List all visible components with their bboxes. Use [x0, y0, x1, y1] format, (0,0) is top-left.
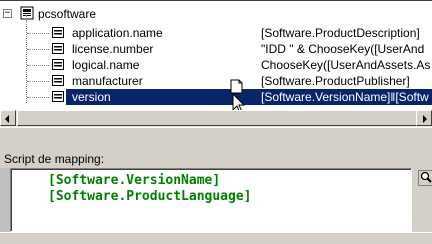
tree-item-logical-name[interactable]: logical.name ChooseKey([UserAndAssets.As — [0, 57, 432, 73]
horizontal-scrollbar[interactable] — [0, 110, 432, 127]
script-editor[interactable]: [Software.VersionName] [Software.Product… — [10, 168, 412, 232]
field-icon — [52, 91, 64, 102]
field-icon — [52, 27, 64, 38]
splitter[interactable] — [0, 127, 432, 136]
magnifier-icon[interactable] — [418, 170, 432, 186]
field-icon — [52, 75, 64, 86]
arrow-right-icon — [423, 115, 427, 123]
editor-gutter — [0, 168, 10, 232]
property-value: ChooseKey([UserAndAssets.As — [261, 58, 430, 72]
tree-item-version[interactable]: version [Software.VersionName]‖[Softw — [0, 89, 432, 105]
property-name: logical.name — [72, 58, 139, 72]
mapping-tree[interactable]: − pcsoftware application.name [Software.… — [0, 0, 432, 111]
scroll-left-button[interactable] — [0, 110, 16, 126]
script-label: Script de mapping: — [4, 152, 104, 166]
property-name: manufacturer — [72, 74, 143, 88]
scroll-right-button[interactable] — [416, 110, 432, 126]
field-icon — [52, 43, 64, 54]
collapse-toggle[interactable]: − — [3, 9, 12, 18]
bottom-edge — [0, 232, 432, 244]
script-line: [Software.VersionName] — [48, 173, 220, 189]
property-value: [Software.ProductDescription] — [261, 26, 420, 40]
tree-root-label: pcsoftware — [38, 7, 96, 21]
property-value: [Software.VersionName]‖[Softw — [261, 90, 429, 104]
drag-cursor-icon — [230, 79, 246, 111]
tree-item-manufacturer[interactable]: manufacturer [Software.ProductPublisher] — [0, 73, 432, 89]
tree-item-license-number[interactable]: license.number "IDD " & ChooseKey([UserA… — [0, 41, 432, 57]
property-name: license.number — [72, 42, 153, 56]
property-value: [Software.ProductPublisher] — [261, 74, 410, 88]
tree-root-row[interactable]: − pcsoftware — [0, 7, 432, 23]
property-name: application.name — [72, 26, 163, 40]
field-icon — [52, 59, 64, 70]
scroll-thumb[interactable] — [17, 110, 421, 126]
tree-item-application-name[interactable]: application.name [Software.ProductDescri… — [0, 25, 432, 41]
class-icon — [20, 6, 34, 20]
property-value: "IDD " & ChooseKey([UserAnd — [261, 42, 424, 56]
script-line: [Software.ProductLanguage] — [48, 189, 252, 205]
property-name: version — [72, 90, 111, 104]
arrow-left-icon — [5, 115, 9, 123]
